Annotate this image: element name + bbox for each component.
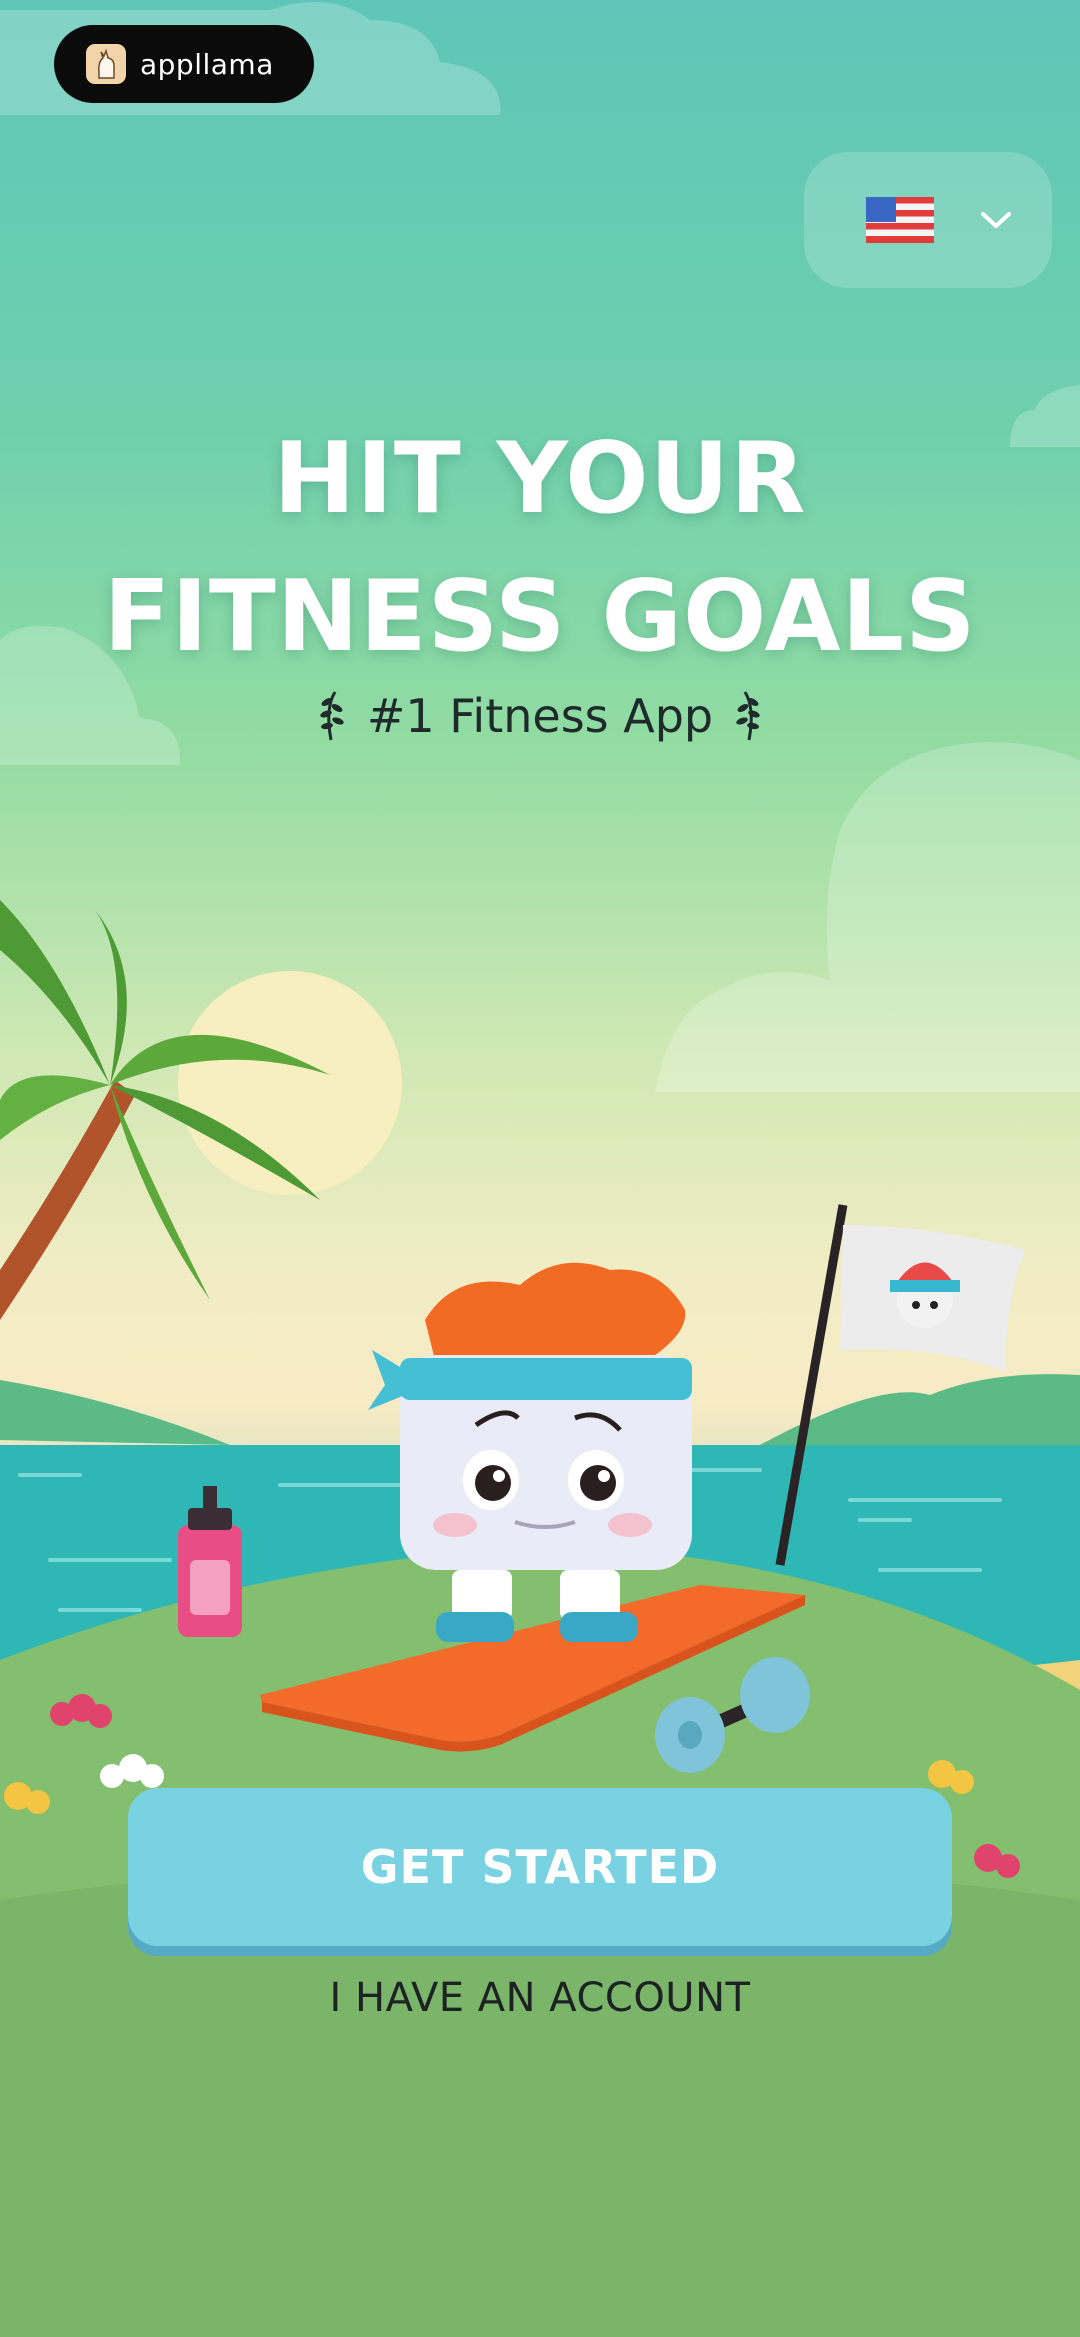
headline-line-1: HIT YOUR — [273, 422, 807, 536]
laurel-right-icon — [736, 691, 760, 741]
language-selector[interactable] — [804, 152, 1052, 288]
headline-line-2: FITNESS GOALS — [103, 560, 977, 674]
brand-badge[interactable]: appllama — [54, 25, 314, 103]
llama-logo-icon — [86, 44, 126, 84]
subtitle: #1 Fitness App — [0, 688, 1080, 744]
laurel-left-icon — [320, 691, 344, 741]
subtitle-text: #1 Fitness App — [366, 689, 714, 743]
us-flag-icon — [866, 197, 934, 243]
headline: HIT YOUR FITNESS GOALS — [0, 410, 1080, 686]
have-account-link[interactable]: I HAVE AN ACCOUNT — [0, 1975, 1080, 2021]
onboarding-screen: appllama HIT YOUR FITNESS GOALS #1 Fitne… — [0, 0, 1080, 2337]
get-started-button[interactable]: GET STARTED — [128, 1788, 952, 1946]
chevron-down-icon — [981, 212, 1011, 228]
brand-name: appllama — [140, 47, 274, 81]
